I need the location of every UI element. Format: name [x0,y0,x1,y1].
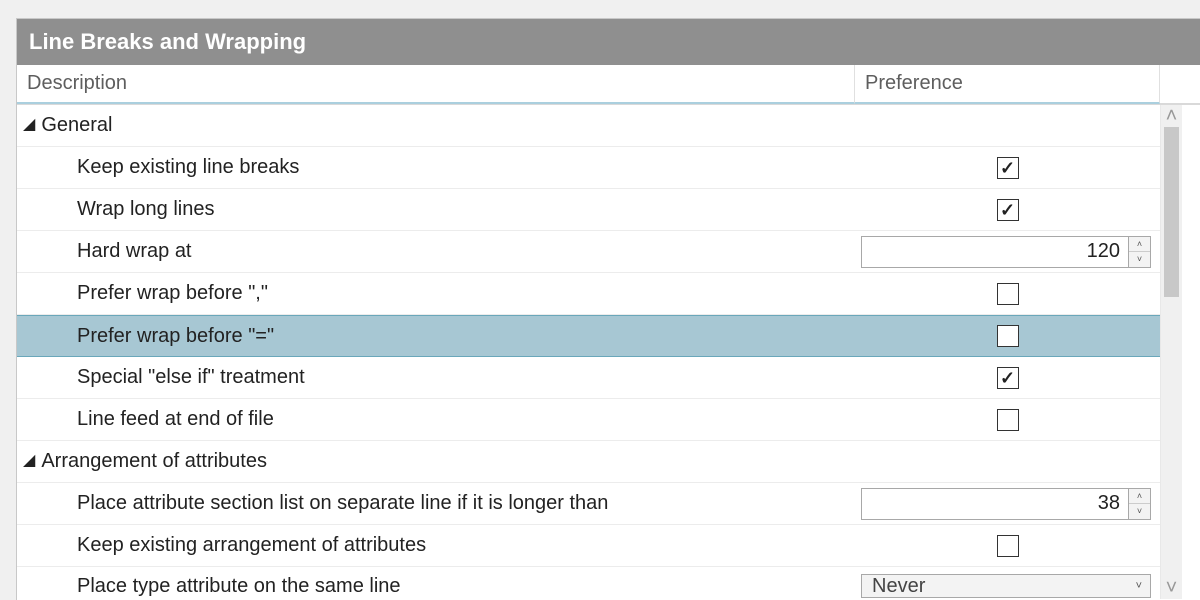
select-value: Never [872,575,925,598]
row-special-else-if[interactable]: Special "else if" treatment ✓ [17,357,1160,399]
expand-icon: ◢ [23,114,35,134]
settings-panel: Line Breaks and Wrapping Description Pre… [16,18,1200,600]
group-arrangement-attributes[interactable]: ◢ Arrangement of attributes [17,441,1160,483]
row-hard-wrap-at[interactable]: Hard wrap at 120 ˄ ˅ [17,231,1160,273]
select-place-type-attribute[interactable]: Never ˅ [861,574,1151,598]
row-wrap-long-lines[interactable]: Wrap long lines ✓ [17,189,1160,231]
setting-label: Prefer wrap before "=" [77,325,274,348]
setting-label: Hard wrap at [77,240,192,263]
checkbox-line-feed-eof[interactable] [997,409,1019,431]
stepper-up-icon[interactable]: ˄ [1129,489,1150,505]
check-icon: ✓ [1000,159,1015,177]
row-place-attr-section-separate[interactable]: Place attribute section list on separate… [17,483,1160,525]
setting-label: Special "else if" treatment [77,366,305,389]
row-keep-existing-line-breaks[interactable]: Keep existing line breaks ✓ [17,147,1160,189]
content-area: ◢ General Keep existing line breaks ✓ Wr… [17,105,1200,599]
stepper-up-icon[interactable]: ˄ [1129,237,1150,253]
row-prefer-wrap-before-comma[interactable]: Prefer wrap before "," [17,273,1160,315]
settings-rows: ◢ General Keep existing line breaks ✓ Wr… [17,105,1160,599]
number-stepper[interactable]: ˄ ˅ [1129,236,1151,268]
setting-label: Keep existing arrangement of attributes [77,534,426,557]
checkbox-keep-existing-line-breaks[interactable]: ✓ [997,157,1019,179]
expand-icon: ◢ [23,450,35,470]
number-input-hard-wrap-at[interactable]: 120 ˄ ˅ [861,236,1151,268]
setting-label: Prefer wrap before "," [77,282,268,305]
checkbox-special-else-if[interactable]: ✓ [997,367,1019,389]
column-header-preference[interactable]: Preference [855,65,1160,104]
check-icon: ✓ [1000,201,1015,219]
column-header-description[interactable]: Description [17,65,855,104]
group-general[interactable]: ◢ General [17,105,1160,147]
setting-label: Place type attribute on the same line [77,575,401,598]
column-header-spacer [1160,65,1200,104]
group-label: General [41,114,112,137]
checkbox-wrap-long-lines[interactable]: ✓ [997,199,1019,221]
number-stepper[interactable]: ˄ ˅ [1129,488,1151,520]
checkbox-keep-existing-arrangement[interactable] [997,535,1019,557]
row-place-type-attribute-same-line[interactable]: Place type attribute on the same line Ne… [17,567,1160,597]
stepper-down-icon[interactable]: ˅ [1129,252,1150,267]
checkbox-prefer-wrap-before-equals[interactable] [997,325,1019,347]
setting-label: Place attribute section list on separate… [77,492,608,515]
checkbox-prefer-wrap-before-comma[interactable] [997,283,1019,305]
setting-label: Keep existing line breaks [77,156,299,179]
stepper-down-icon[interactable]: ˅ [1129,504,1150,519]
scroll-up-icon[interactable]: ˄ [1161,105,1182,127]
number-input-attr-section-len[interactable]: 38 ˄ ˅ [861,488,1151,520]
panel-title: Line Breaks and Wrapping [29,29,306,55]
setting-label: Wrap long lines [77,198,214,221]
panel-title-bar: Line Breaks and Wrapping [17,19,1200,65]
group-label: Arrangement of attributes [41,450,267,473]
scroll-down-icon[interactable]: ˅ [1161,577,1182,599]
vertical-scrollbar[interactable]: ˄ ˅ [1160,105,1182,599]
setting-label: Line feed at end of file [77,408,274,431]
row-prefer-wrap-before-equals[interactable]: Prefer wrap before "=" [17,315,1160,357]
check-icon: ✓ [1000,369,1015,387]
scroll-thumb[interactable] [1164,127,1179,297]
column-headers: Description Preference [17,65,1200,105]
number-field[interactable]: 120 [861,236,1129,268]
number-field[interactable]: 38 [861,488,1129,520]
row-line-feed-eof[interactable]: Line feed at end of file [17,399,1160,441]
row-keep-existing-arrangement[interactable]: Keep existing arrangement of attributes [17,525,1160,567]
chevron-down-icon: ˅ [1136,580,1142,592]
